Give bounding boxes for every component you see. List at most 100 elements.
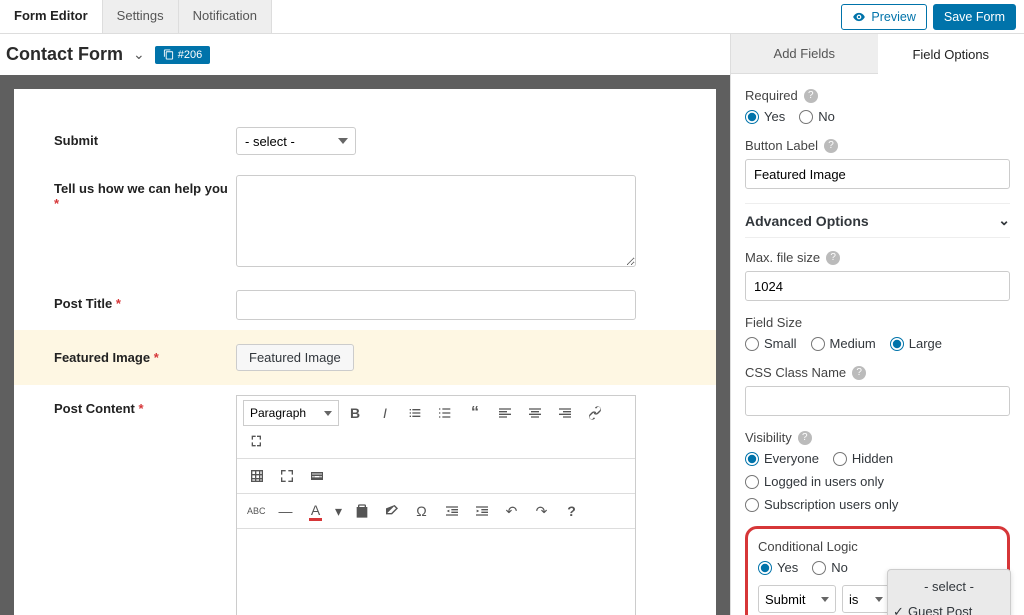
side-body[interactable]: Required? Yes No Button Label? Advanced … bbox=[731, 74, 1024, 615]
check-icon: ✓ bbox=[893, 604, 904, 615]
align-center-icon[interactable] bbox=[521, 400, 549, 426]
dropdown-option-guest-post[interactable]: ✓Guest Post bbox=[888, 599, 1010, 615]
clear-icon[interactable] bbox=[378, 498, 406, 524]
field-help[interactable]: Tell us how we can help you * bbox=[54, 165, 676, 280]
paste-icon[interactable] bbox=[348, 498, 376, 524]
textcolor-label-icon[interactable]: ABC bbox=[243, 498, 270, 524]
radio-vis-subscription[interactable]: Subscription users only bbox=[745, 497, 898, 512]
chevron-down-icon[interactable]: ⌄ bbox=[133, 46, 145, 63]
redo-icon[interactable]: ↷ bbox=[528, 498, 556, 524]
numbered-list-icon[interactable] bbox=[431, 400, 459, 426]
top-bar: Form Editor Settings Notification Previe… bbox=[0, 0, 1024, 34]
help-icon[interactable]: ? bbox=[852, 366, 866, 380]
textcolor-icon[interactable]: A bbox=[302, 498, 330, 524]
italic-icon[interactable]: I bbox=[371, 400, 399, 426]
main-wrap: Contact Form ⌄ #206 Submit - select - Te… bbox=[0, 34, 1024, 615]
form-id-badge[interactable]: #206 bbox=[155, 46, 210, 64]
fullscreen-icon[interactable] bbox=[243, 428, 271, 454]
chevron-down-icon: ⌄ bbox=[998, 212, 1010, 229]
button-label-input[interactable] bbox=[745, 159, 1010, 189]
cond-field-select[interactable]: Submit bbox=[758, 585, 836, 613]
keyboard-icon[interactable] bbox=[303, 463, 331, 489]
radio-cond-no[interactable]: No bbox=[812, 560, 848, 575]
title-row: Contact Form ⌄ #206 bbox=[0, 34, 730, 75]
field-label: Tell us how we can help you * bbox=[54, 175, 236, 211]
label: Max. file size bbox=[745, 250, 820, 265]
hr-icon[interactable]: — bbox=[272, 498, 300, 524]
rich-editor: Paragraph B I “ bbox=[236, 395, 636, 615]
editor-toolbar-row3: ABC — A ▾ Ω ↶ ↷ ? bbox=[237, 494, 635, 529]
featured-image-button[interactable]: Featured Image bbox=[236, 344, 354, 371]
label: Required bbox=[745, 88, 798, 103]
cond-value-dropdown[interactable]: - select - ✓Guest Post Support Request bbox=[887, 569, 1011, 615]
preview-button[interactable]: Preview bbox=[841, 4, 926, 30]
conditional-logic-box: Conditional Logic Yes No Submit is + − S… bbox=[745, 526, 1010, 615]
submit-select[interactable]: - select - bbox=[236, 127, 356, 155]
radio-required-yes[interactable]: Yes bbox=[745, 109, 785, 124]
cond-operator-select[interactable]: is bbox=[842, 585, 890, 613]
help-textarea[interactable] bbox=[236, 175, 636, 267]
label: Field Size bbox=[745, 315, 802, 330]
dropdown-placeholder[interactable]: - select - bbox=[888, 574, 1010, 599]
top-tabs: Form Editor Settings Notification bbox=[0, 0, 272, 33]
label: Visibility bbox=[745, 430, 792, 445]
omega-icon[interactable]: Ω bbox=[408, 498, 436, 524]
textcolor-chevron-icon[interactable]: ▾ bbox=[332, 498, 346, 524]
save-form-button[interactable]: Save Form bbox=[933, 4, 1016, 30]
quote-icon[interactable]: “ bbox=[461, 400, 489, 426]
radio-size-large[interactable]: Large bbox=[890, 336, 942, 351]
help-icon[interactable]: ? bbox=[558, 498, 586, 524]
link-icon[interactable] bbox=[581, 400, 609, 426]
radio-vis-logged[interactable]: Logged in users only bbox=[745, 474, 884, 489]
outdent-icon[interactable] bbox=[438, 498, 466, 524]
advanced-options-toggle[interactable]: Advanced Options ⌄ bbox=[745, 203, 1010, 238]
radio-cond-yes[interactable]: Yes bbox=[758, 560, 798, 575]
css-class-input[interactable] bbox=[745, 386, 1010, 416]
tab-field-options[interactable]: Field Options bbox=[878, 34, 1024, 74]
radio-size-small[interactable]: Small bbox=[745, 336, 797, 351]
radio-vis-hidden[interactable]: Hidden bbox=[833, 451, 893, 466]
field-submit[interactable]: Submit - select - bbox=[54, 117, 676, 165]
opt-max-file: Max. file size? bbox=[745, 250, 1010, 301]
form-title: Contact Form bbox=[6, 44, 123, 65]
tab-form-editor[interactable]: Form Editor bbox=[0, 0, 103, 33]
help-icon[interactable]: ? bbox=[804, 89, 818, 103]
left-column: Contact Form ⌄ #206 Submit - select - Te… bbox=[0, 34, 730, 615]
help-icon[interactable]: ? bbox=[798, 431, 812, 445]
tab-settings[interactable]: Settings bbox=[103, 0, 179, 33]
tab-add-fields[interactable]: Add Fields bbox=[731, 34, 878, 74]
help-icon[interactable]: ? bbox=[826, 251, 840, 265]
label: Button Label bbox=[745, 138, 818, 153]
radio-required-no[interactable]: No bbox=[799, 109, 835, 124]
form-id-text: #206 bbox=[178, 49, 202, 61]
field-featured-image[interactable]: Featured Image * Featured Image bbox=[14, 330, 716, 385]
expand-icon[interactable] bbox=[273, 463, 301, 489]
radio-size-medium[interactable]: Medium bbox=[811, 336, 876, 351]
top-actions: Preview Save Form bbox=[841, 0, 1024, 33]
form-canvas[interactable]: Submit - select - Tell us how we can hel… bbox=[14, 89, 716, 615]
max-file-input[interactable] bbox=[745, 271, 1010, 301]
bullet-list-icon[interactable] bbox=[401, 400, 429, 426]
field-label: Post Content * bbox=[54, 395, 236, 416]
table-icon[interactable] bbox=[243, 463, 271, 489]
label: CSS Class Name bbox=[745, 365, 846, 380]
bold-icon[interactable]: B bbox=[341, 400, 369, 426]
preview-label: Preview bbox=[871, 10, 915, 24]
field-label: Featured Image * bbox=[54, 344, 236, 365]
canvas-outer: Submit - select - Tell us how we can hel… bbox=[0, 75, 730, 615]
help-icon[interactable]: ? bbox=[824, 139, 838, 153]
field-post-title[interactable]: Post Title * bbox=[54, 280, 676, 330]
indent-icon[interactable] bbox=[468, 498, 496, 524]
paragraph-select[interactable]: Paragraph bbox=[243, 400, 339, 426]
align-right-icon[interactable] bbox=[551, 400, 579, 426]
tab-notification[interactable]: Notification bbox=[179, 0, 272, 33]
radio-vis-everyone[interactable]: Everyone bbox=[745, 451, 819, 466]
undo-icon[interactable]: ↶ bbox=[498, 498, 526, 524]
copy-icon bbox=[163, 49, 174, 60]
eye-icon bbox=[852, 10, 866, 24]
editor-content[interactable] bbox=[237, 529, 635, 615]
align-left-icon[interactable] bbox=[491, 400, 519, 426]
field-post-content[interactable]: Post Content * Paragraph B I “ bbox=[54, 385, 676, 615]
post-title-input[interactable] bbox=[236, 290, 636, 320]
opt-css-class: CSS Class Name? bbox=[745, 365, 1010, 416]
